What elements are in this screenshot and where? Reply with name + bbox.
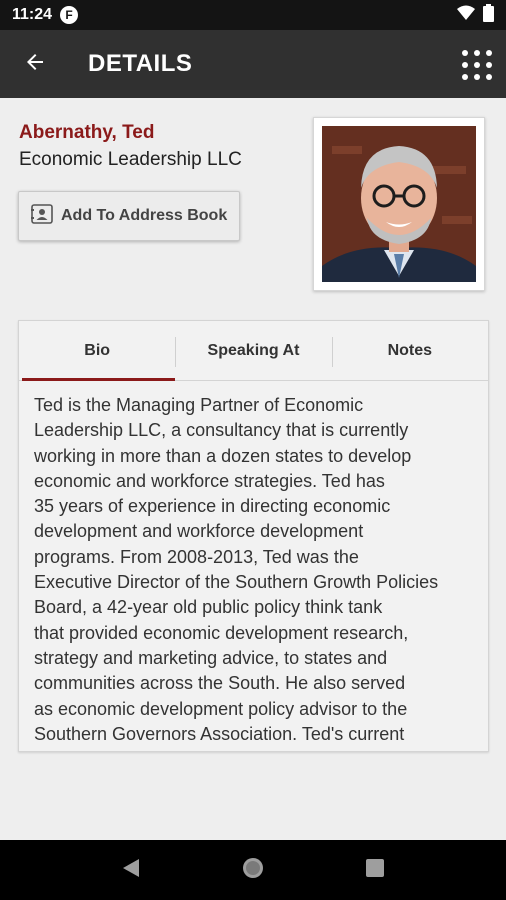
nav-home-button[interactable] bbox=[233, 850, 273, 890]
bio-text: Ted is the Managing Partner of Economic … bbox=[19, 381, 488, 747]
tab-notes[interactable]: Notes bbox=[331, 321, 488, 380]
bio-line: communities across the South. He also se… bbox=[34, 673, 406, 694]
bio-line: programs. From 2008-2013, Ted was the bbox=[34, 546, 359, 567]
tab-speaking-at[interactable]: Speaking At bbox=[175, 321, 331, 380]
contact-photo-frame bbox=[313, 117, 485, 291]
wifi-icon bbox=[457, 5, 475, 26]
status-bar: 11:24 F bbox=[0, 0, 506, 30]
add-button-label: Add To Address Book bbox=[61, 207, 228, 224]
grid-menu-icon bbox=[462, 50, 468, 56]
details-content: Abernathy, Ted Economic Leadership LLC A… bbox=[0, 98, 506, 840]
bio-line: economic and workforce strategies. Ted h… bbox=[34, 470, 385, 491]
bio-line: Executive Director of the Southern Growt… bbox=[34, 572, 439, 593]
bio-line: Ted is the Managing Partner of Economic bbox=[34, 395, 364, 415]
tab-card: Bio Speaking At Notes Ted is the Managin… bbox=[18, 320, 489, 752]
contact-photo bbox=[322, 126, 476, 282]
nav-recents-button[interactable] bbox=[355, 850, 395, 890]
status-right bbox=[457, 3, 494, 27]
notification-badge: F bbox=[60, 6, 79, 24]
contact-company: Economic Leadership LLC bbox=[19, 149, 242, 170]
nav-back-button[interactable] bbox=[111, 850, 151, 890]
app-bar: DETAILS bbox=[0, 30, 506, 98]
back-triangle-icon bbox=[122, 858, 140, 883]
home-circle-icon bbox=[241, 856, 265, 885]
add-to-address-book-button[interactable]: Add To Address Book bbox=[18, 191, 240, 241]
bio-line: 35 years of experience in directing econ… bbox=[34, 496, 391, 517]
back-button[interactable] bbox=[0, 30, 70, 98]
contact-name: Abernathy, Ted bbox=[19, 122, 155, 143]
bio-line: working in more than a dozen states to d… bbox=[34, 445, 412, 466]
bio-line: strategy and marketing advice, to states… bbox=[34, 647, 388, 668]
status-left: 11:24 F bbox=[12, 6, 79, 24]
tab-bar: Bio Speaking At Notes bbox=[19, 321, 488, 381]
recents-square-icon bbox=[365, 858, 385, 883]
bio-line: development and workforce development bbox=[34, 521, 364, 542]
contact-card-icon bbox=[31, 203, 53, 229]
bio-line: Board, a 42-year old public policy think… bbox=[34, 597, 383, 618]
bio-line: Southern Governors Association. Ted's cu… bbox=[34, 723, 405, 744]
bio-line: as economic development policy advisor t… bbox=[34, 698, 408, 719]
tab-bio[interactable]: Bio bbox=[19, 321, 176, 381]
bio-line: that provided economic development resea… bbox=[34, 622, 409, 643]
page-title: DETAILS bbox=[88, 50, 193, 77]
arrow-left-icon bbox=[23, 50, 47, 79]
system-nav-bar bbox=[0, 840, 506, 900]
battery-icon bbox=[483, 3, 494, 27]
grid-menu-button[interactable] bbox=[462, 50, 492, 80]
bio-line: Leadership LLC, a consultancy that is cu… bbox=[34, 420, 409, 441]
status-time: 11:24 bbox=[12, 6, 53, 23]
